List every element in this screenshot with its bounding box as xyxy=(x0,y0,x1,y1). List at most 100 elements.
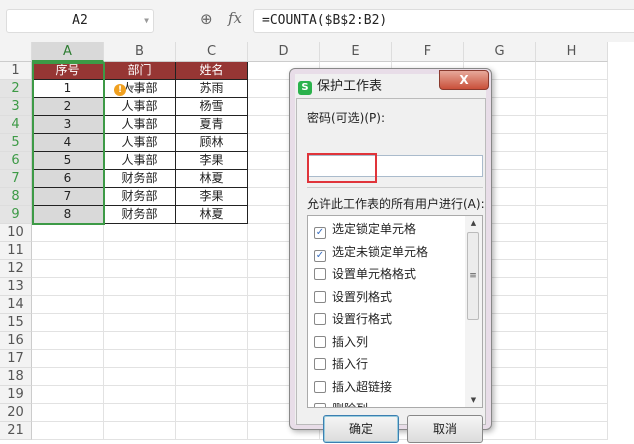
cell[interactable] xyxy=(176,278,248,296)
cell[interactable] xyxy=(536,62,608,80)
cell[interactable] xyxy=(32,296,104,314)
scrollbar[interactable]: ▲ ≡ ▼ xyxy=(465,216,482,407)
cell[interactable] xyxy=(32,404,104,422)
fx-icon[interactable]: fx xyxy=(228,9,242,27)
cell[interactable]: 林夏 xyxy=(176,170,248,188)
cell[interactable] xyxy=(176,404,248,422)
scroll-down-icon[interactable]: ▼ xyxy=(465,396,482,404)
cell[interactable] xyxy=(536,224,608,242)
row-header-17[interactable]: 17 xyxy=(0,350,32,368)
cell[interactable] xyxy=(104,422,176,440)
checkbox[interactable]: ✓ xyxy=(314,227,326,239)
warning-icon[interactable]: ! xyxy=(114,84,126,96)
row-header-7[interactable]: 7 xyxy=(0,170,32,188)
checkbox[interactable] xyxy=(314,358,326,370)
cell[interactable]: 5 xyxy=(32,152,104,170)
cell[interactable] xyxy=(536,368,608,386)
column-header-H[interactable]: H xyxy=(536,42,608,62)
ok-button[interactable]: 确定 xyxy=(323,415,399,443)
cell[interactable] xyxy=(104,314,176,332)
cell[interactable]: 苏雨 xyxy=(176,80,248,98)
cell[interactable] xyxy=(536,188,608,206)
row-header-15[interactable]: 15 xyxy=(0,314,32,332)
permission-option[interactable]: 插入列 xyxy=(314,334,368,352)
cell[interactable] xyxy=(176,350,248,368)
cell[interactable] xyxy=(176,260,248,278)
cell[interactable] xyxy=(104,386,176,404)
cell[interactable]: 6 xyxy=(32,170,104,188)
cell[interactable] xyxy=(536,278,608,296)
cell[interactable] xyxy=(104,224,176,242)
cell[interactable] xyxy=(32,224,104,242)
cell[interactable] xyxy=(176,368,248,386)
cell[interactable]: 李果 xyxy=(176,188,248,206)
cell[interactable]: 部门 xyxy=(104,62,176,80)
cell[interactable]: 财务部 xyxy=(104,170,176,188)
checkbox[interactable]: ✓ xyxy=(314,249,326,262)
cell[interactable] xyxy=(104,278,176,296)
cell[interactable]: 人事部 xyxy=(104,152,176,170)
cell[interactable]: 3 xyxy=(32,116,104,134)
zoom-icon[interactable]: ⊕ xyxy=(200,10,213,28)
column-header-D[interactable]: D xyxy=(248,42,320,62)
checkbox[interactable] xyxy=(314,380,326,393)
close-button[interactable]: X xyxy=(439,70,489,90)
cell[interactable] xyxy=(536,296,608,314)
cell[interactable] xyxy=(104,260,176,278)
checkbox[interactable] xyxy=(314,268,326,280)
column-header-A[interactable]: A xyxy=(32,42,104,62)
cell[interactable] xyxy=(536,386,608,404)
row-header-5[interactable]: 5 xyxy=(0,134,32,152)
cell[interactable] xyxy=(176,242,248,260)
cell[interactable]: 财务部 xyxy=(104,188,176,206)
row-header-21[interactable]: 21 xyxy=(0,422,32,440)
cancel-button[interactable]: 取消 xyxy=(407,415,483,443)
row-header-12[interactable]: 12 xyxy=(0,260,32,278)
cell[interactable] xyxy=(176,314,248,332)
cell[interactable] xyxy=(104,404,176,422)
cell[interactable]: 夏青 xyxy=(176,116,248,134)
cell[interactable] xyxy=(536,134,608,152)
cell[interactable]: 7 xyxy=(32,188,104,206)
cell[interactable] xyxy=(176,332,248,350)
cell[interactable]: 4 xyxy=(32,134,104,152)
column-header-E[interactable]: E xyxy=(320,42,392,62)
cell[interactable] xyxy=(536,116,608,134)
permission-option[interactable]: ✓ 选定未锁定单元格 xyxy=(314,244,428,262)
cell[interactable]: 林夏 xyxy=(176,206,248,224)
cell[interactable]: 序号 xyxy=(32,62,104,80)
permissions-list[interactable]: ✓ 选定锁定单元格 ✓ 选定未锁定单元格 设置单元格格式 设置列格式 设置行格式 插入列 插入行… xyxy=(307,215,483,408)
cell[interactable] xyxy=(176,386,248,404)
cell[interactable] xyxy=(176,422,248,440)
cell[interactable] xyxy=(32,242,104,260)
cell[interactable] xyxy=(536,242,608,260)
cell[interactable]: 杨雪 xyxy=(176,98,248,116)
row-header-19[interactable]: 19 xyxy=(0,386,32,404)
scroll-up-icon[interactable]: ▲ xyxy=(465,219,482,227)
row-header-16[interactable]: 16 xyxy=(0,332,32,350)
row-header-2[interactable]: 2 xyxy=(0,80,32,98)
column-header-G[interactable]: G xyxy=(464,42,536,62)
cell[interactable] xyxy=(536,350,608,368)
name-box[interactable]: A2 ▼ xyxy=(6,9,154,33)
permission-option[interactable]: 插入超链接 xyxy=(314,379,392,397)
cell[interactable] xyxy=(536,314,608,332)
chevron-down-icon[interactable]: ▼ xyxy=(129,84,134,92)
row-header-3[interactable]: 3 xyxy=(0,98,32,116)
permission-option[interactable]: 插入行 xyxy=(314,356,368,374)
cell[interactable] xyxy=(536,422,608,440)
permission-option[interactable]: 设置单元格格式 xyxy=(314,266,416,284)
select-all-corner[interactable] xyxy=(0,42,32,62)
checkbox[interactable] xyxy=(314,335,326,348)
cell[interactable]: 8 xyxy=(32,206,104,224)
checkbox[interactable] xyxy=(314,403,326,407)
permission-option[interactable]: 删除列 xyxy=(314,401,368,407)
cell[interactable] xyxy=(536,98,608,116)
cell[interactable] xyxy=(104,332,176,350)
cell[interactable]: 人事部 xyxy=(104,116,176,134)
column-header-B[interactable]: B xyxy=(104,42,176,62)
checkbox[interactable] xyxy=(314,290,326,303)
cell[interactable] xyxy=(32,314,104,332)
row-header-8[interactable]: 8 xyxy=(0,188,32,206)
cell[interactable] xyxy=(32,386,104,404)
